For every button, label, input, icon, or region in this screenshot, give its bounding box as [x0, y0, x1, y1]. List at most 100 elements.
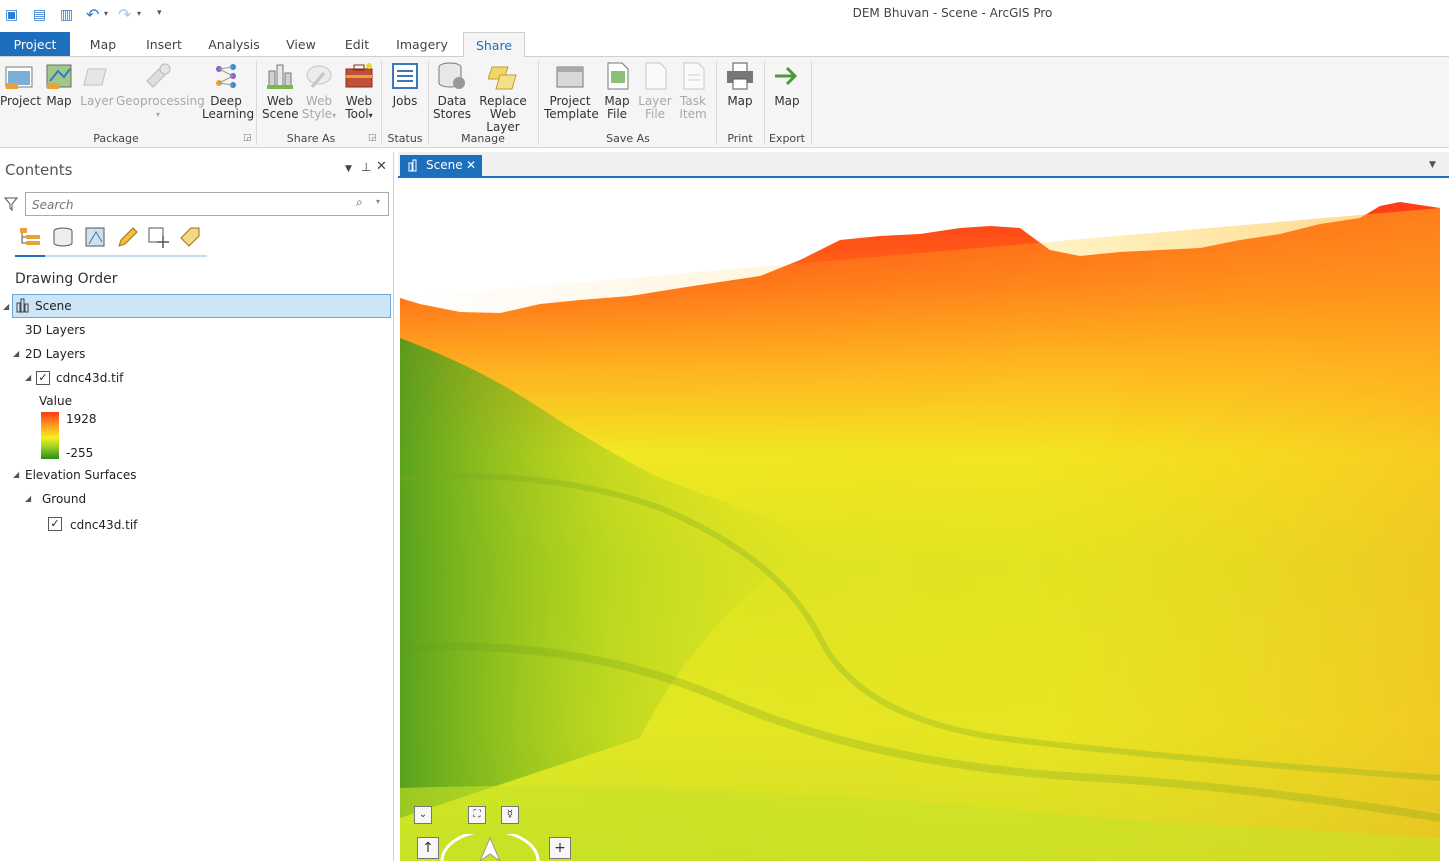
- search-icon[interactable]: ⌕: [356, 195, 363, 210]
- full-extent-icon[interactable]: ⛶: [468, 806, 486, 824]
- package-geoprocessing-button[interactable]: Geoprocessing ▾: [116, 61, 205, 121]
- map-file-icon: [602, 61, 632, 91]
- window-title: DEM Bhuvan - Scene - ArcGIS Pro: [852, 6, 1053, 20]
- tree-item-2d-layers[interactable]: 2D Layers: [25, 347, 85, 361]
- group-divider: [256, 61, 257, 145]
- contents-pane: Contents ▼ ⊥ ✕ ⌕ ▾ Drawing Order ◢ Scene…: [0, 152, 394, 861]
- deep-learning-icon: [211, 61, 241, 91]
- list-by-data-source-icon[interactable]: [51, 226, 75, 248]
- tree-item-ground[interactable]: Ground: [42, 492, 86, 506]
- tree-item-elevation-source[interactable]: cdnc43d.tif: [70, 518, 137, 532]
- package-layer-button[interactable]: Layer: [80, 61, 114, 108]
- data-stores-button[interactable]: Data Stores: [432, 61, 472, 121]
- project-template-icon: [555, 61, 585, 91]
- tree-item-elevation-surfaces[interactable]: Elevation Surfaces: [25, 468, 137, 482]
- layer-file-icon: [640, 61, 670, 91]
- close-icon[interactable]: ✕: [376, 159, 387, 174]
- expand-triangle-icon[interactable]: ◢: [13, 470, 19, 479]
- list-by-selection-icon[interactable]: [84, 226, 108, 248]
- group-divider: [381, 61, 382, 145]
- compass-icon[interactable]: [440, 834, 540, 861]
- expand-triangle-icon[interactable]: ◢: [13, 349, 19, 358]
- print-map-button[interactable]: Map: [720, 61, 760, 108]
- package-launcher-icon[interactable]: ◲: [243, 133, 252, 143]
- export-map-button[interactable]: Map: [768, 61, 806, 108]
- scene-tab-label: Scene: [426, 158, 463, 172]
- group-label-status: Status: [387, 132, 423, 145]
- tree-item-3d-layers[interactable]: 3D Layers: [25, 323, 85, 337]
- tab-scene-view[interactable]: Scene ✕: [400, 155, 482, 176]
- data-stores-icon: [437, 61, 467, 91]
- group-divider: [428, 61, 429, 145]
- package-deep-learning-button[interactable]: Deep Learning: [202, 61, 254, 121]
- replace-web-layer-icon: [487, 61, 518, 91]
- expand-triangle-icon[interactable]: ◢: [3, 302, 9, 311]
- terrain-render[interactable]: [400, 178, 1440, 861]
- tab-list-dropdown-icon[interactable]: ▼: [1429, 160, 1436, 170]
- expand-triangle-icon[interactable]: ◢: [25, 373, 31, 382]
- tab-imagery[interactable]: Imagery: [390, 32, 454, 56]
- tab-share[interactable]: Share: [463, 32, 525, 58]
- group-divider: [764, 61, 765, 145]
- scene-label: Scene: [35, 299, 72, 313]
- geoprocessing-icon: [143, 61, 173, 91]
- project-template-button[interactable]: Project Template: [544, 61, 599, 121]
- title-bar: ▣ ▤ ▥ ↶ ▾ ↷ ▾ ▾ DEM Bhuvan - Scene - Arc…: [0, 0, 1449, 32]
- tab-analysis[interactable]: Analysis: [200, 32, 268, 56]
- expand-triangle-icon[interactable]: ◢: [25, 494, 31, 503]
- list-by-editing-icon[interactable]: [116, 226, 140, 248]
- search-input[interactable]: [30, 195, 334, 214]
- group-label-save-as: Save As: [606, 132, 650, 145]
- package-project-icon: [4, 61, 34, 91]
- filter-icon[interactable]: [4, 196, 18, 212]
- jobs-button[interactable]: Jobs: [386, 61, 424, 108]
- tab-map[interactable]: Map: [78, 32, 128, 56]
- legend-color-ramp: [41, 412, 59, 459]
- task-item-button[interactable]: Task Item: [674, 61, 712, 121]
- group-label-print: Print: [727, 132, 753, 145]
- tab-insert[interactable]: Insert: [138, 32, 190, 56]
- group-divider: [538, 61, 539, 145]
- tree-item-raster-layer[interactable]: cdnc43d.tif: [56, 371, 123, 385]
- tab-project[interactable]: Project: [0, 32, 70, 56]
- layer-file-button[interactable]: Layer File: [636, 61, 674, 121]
- printer-icon: [725, 61, 755, 91]
- scene-icon: [16, 298, 29, 313]
- export-arrow-icon: [772, 61, 802, 91]
- replace-web-layer-button[interactable]: Replace Web Layer: [474, 61, 532, 134]
- list-by-drawing-order-icon[interactable]: [18, 226, 42, 248]
- package-map-button[interactable]: Map: [42, 61, 76, 108]
- search-box[interactable]: ⌕ ▾: [25, 192, 389, 216]
- package-map-icon: [44, 61, 74, 91]
- web-tool-button[interactable]: Web Tool▾: [340, 61, 378, 122]
- web-style-button[interactable]: Web Style▾: [300, 61, 338, 122]
- first-person-icon[interactable]: ☿: [501, 806, 519, 824]
- web-scene-button[interactable]: Web Scene: [262, 61, 299, 121]
- close-tab-icon[interactable]: ✕: [466, 155, 476, 176]
- pane-options-icon[interactable]: ▼: [345, 164, 352, 174]
- elevation-source-checkbox[interactable]: ✓: [48, 517, 62, 531]
- view-tab-strip: Scene ✕ ▼: [398, 152, 1449, 178]
- jobs-icon: [390, 61, 420, 91]
- task-item-icon: [678, 61, 708, 91]
- layer-visibility-checkbox[interactable]: ✓: [36, 371, 50, 385]
- share-as-launcher-icon[interactable]: ◲: [368, 133, 377, 143]
- tree-item-scene[interactable]: Scene: [12, 294, 391, 318]
- tab-view[interactable]: View: [278, 32, 324, 56]
- list-by-labeling-icon[interactable]: [179, 226, 203, 248]
- drawing-order-heading: Drawing Order: [15, 271, 118, 287]
- search-dropdown-icon[interactable]: ▾: [376, 197, 380, 206]
- map-file-button[interactable]: Map File: [598, 61, 636, 121]
- legend-title: Value: [39, 394, 72, 408]
- zoom-in-icon[interactable]: +: [549, 837, 571, 859]
- list-by-snapping-icon[interactable]: [147, 226, 171, 248]
- scene-view[interactable]: ⌄ ⛶ ☿ ↑ +: [400, 178, 1440, 861]
- web-scene-icon: [265, 61, 295, 91]
- package-project-button[interactable]: Project: [0, 61, 41, 108]
- legend-min-label: -255: [66, 446, 94, 460]
- tilt-up-icon[interactable]: ↑: [417, 837, 439, 859]
- pin-icon[interactable]: ⊥: [361, 160, 371, 174]
- navigator-toggle-icon[interactable]: ⌄: [414, 806, 432, 824]
- active-view-indicator: [15, 255, 45, 257]
- tab-edit[interactable]: Edit: [334, 32, 380, 56]
